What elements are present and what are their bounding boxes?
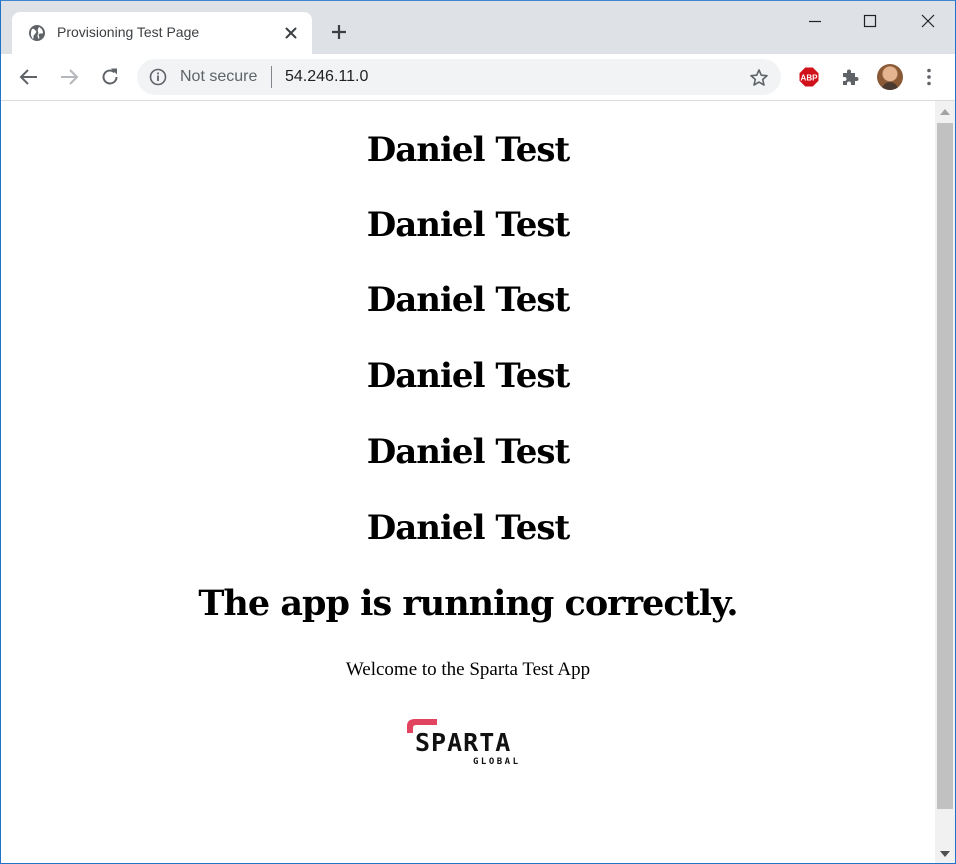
browser-toolbar: Not secure 54.246.11.0 ABP — [1, 54, 955, 101]
address-bar[interactable]: Not secure 54.246.11.0 — [137, 59, 781, 95]
page-heading: Daniel Test — [366, 280, 570, 320]
page-heading: Daniel Test — [366, 432, 570, 472]
page-heading: Daniel Test — [366, 205, 570, 245]
page-heading: Daniel Test — [366, 508, 570, 548]
logo-subtitle: GLOBAL — [473, 757, 521, 767]
url-text[interactable]: 54.246.11.0 — [285, 68, 368, 86]
close-icon — [921, 14, 935, 28]
reload-icon[interactable] — [98, 65, 122, 89]
scrollbar[interactable] — [935, 101, 955, 863]
logo-wordmark: SPARTA — [415, 728, 511, 757]
minimize-icon — [809, 20, 821, 23]
browser-window: Provisioning Test Page Not secure 54.246… — [0, 0, 956, 864]
tab-provisioning-test-page[interactable]: Provisioning Test Page — [12, 12, 312, 54]
page-viewport: Daniel Test Daniel Test Daniel Test Dani… — [1, 101, 935, 863]
address-separator — [271, 66, 272, 88]
kebab-menu-icon[interactable] — [917, 65, 941, 89]
minimize-button[interactable] — [795, 7, 835, 35]
scroll-thumb[interactable] — [937, 123, 953, 809]
adblock-icon[interactable]: ABP — [798, 66, 820, 88]
tab-strip: Provisioning Test Page — [1, 1, 955, 54]
maximize-icon — [863, 14, 877, 28]
arrow-left-icon[interactable] — [17, 65, 41, 89]
scroll-down-arrow-icon[interactable] — [940, 850, 950, 858]
globe-icon — [29, 25, 45, 41]
avatar[interactable] — [877, 64, 903, 90]
info-icon[interactable] — [149, 68, 167, 86]
arrow-right-icon[interactable] — [57, 65, 81, 89]
maximize-button[interactable] — [850, 7, 890, 35]
welcome-text: Welcome to the Sparta Test App — [345, 659, 591, 680]
adblock-label: ABP — [801, 74, 819, 83]
tab-title: Provisioning Test Page — [57, 24, 200, 40]
star-icon[interactable] — [749, 68, 769, 88]
close-icon[interactable] — [282, 24, 300, 42]
page-heading: Daniel Test — [366, 130, 570, 170]
page-heading: Daniel Test — [366, 356, 570, 396]
plus-icon[interactable] — [327, 20, 351, 44]
puzzle-icon[interactable] — [838, 65, 862, 89]
sparta-global-logo: SPARTA GLOBAL — [407, 719, 521, 767]
close-window-button[interactable] — [908, 7, 948, 35]
security-status[interactable]: Not secure — [180, 68, 257, 86]
scroll-up-arrow-icon[interactable] — [940, 108, 950, 116]
status-heading: The app is running correctly. — [198, 583, 738, 624]
